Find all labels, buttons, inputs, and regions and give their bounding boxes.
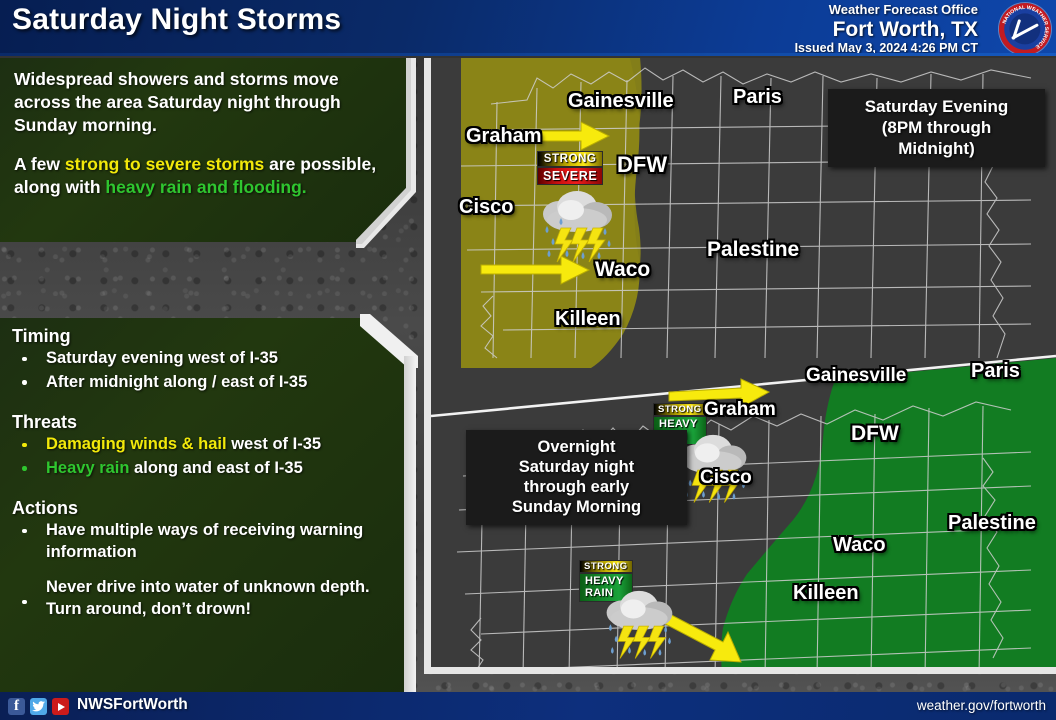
city-label-killeen: Killeen: [793, 582, 859, 604]
summary-panel: Widespread showers and storms move acros…: [0, 58, 406, 242]
threat-highlight: Damaging winds & hail: [46, 435, 227, 453]
caption-line-1: Saturday Evening: [864, 97, 1009, 116]
header-bar: Saturday Night Storms Weather Forecast O…: [0, 0, 1056, 56]
city-label-dfw: DFW: [617, 152, 668, 177]
summary-highlight-rain: heavy rain and flooding.: [105, 177, 307, 197]
summary-line-1: Widespread showers and storms move acros…: [14, 69, 341, 135]
city-label-waco: Waco: [833, 534, 886, 556]
city-label-graham: Graham: [704, 399, 776, 420]
threats-list: Damaging winds & hail west of I-35 Heavy…: [12, 434, 398, 479]
social-handle[interactable]: NWSFortWorth: [77, 696, 188, 714]
list-item: Have multiple ways of receiving warning …: [12, 520, 398, 563]
office-label: Weather Forecast Office: [828, 2, 978, 17]
thunderstorm-icon-bottom-2: [606, 590, 673, 659]
caption-line-3: Midnight): [898, 139, 975, 158]
badge-strong-label: STRONG: [537, 151, 604, 167]
city-label-killeen: Killeen: [555, 308, 621, 330]
actions-heading: Actions: [12, 498, 79, 518]
city-label-cisco: Cisco: [700, 467, 752, 488]
city-label-paris: Paris: [971, 360, 1020, 382]
city-label-waco: Waco: [595, 258, 651, 281]
bullet-dot-icon: [22, 599, 27, 604]
city-label-palestine: Palestine: [948, 512, 1036, 534]
nws-logo-icon: NATIONAL WEATHER SERVICE: [999, 3, 1051, 55]
badge-strong-label: STRONG: [653, 403, 707, 416]
footer-bar: f NWSFortWorth weather.gov/fortworth: [0, 692, 1056, 720]
actions-list: Have multiple ways of receiving warning …: [12, 520, 398, 620]
threats-heading: Threats: [12, 412, 78, 432]
summary-highlight-severe: strong to severe storms: [64, 154, 265, 174]
timing-item-text: After midnight along / east of I-35: [46, 372, 308, 391]
youtube-icon[interactable]: [52, 698, 69, 715]
office-info: Weather Forecast Office Fort Worth, TX I…: [795, 2, 978, 56]
summary-text: Widespread showers and storms move acros…: [0, 58, 406, 199]
list-item: Never drive into water of unknown depth.…: [12, 577, 398, 620]
city-label-paris: Paris: [733, 86, 782, 108]
bullet-dot-icon: [22, 466, 27, 471]
threat-rest: west of I-35: [226, 435, 322, 453]
city-label-graham: Graham: [466, 125, 542, 147]
threat-rest: along and east of I-35: [129, 458, 303, 477]
heavy-rain-line-1: HEAVY: [659, 418, 698, 430]
timing-list: Saturday evening west of I-35 After midn…: [12, 348, 398, 393]
city-label-cisco: Cisco: [459, 196, 514, 218]
list-item: Saturday evening west of I-35: [12, 348, 398, 370]
threat-highlight: Heavy rain: [46, 458, 130, 477]
list-item: Damaging winds & hail west of I-35: [12, 434, 398, 456]
bullet-dot-icon: [22, 356, 27, 361]
bullet-dot-icon: [22, 442, 27, 447]
city-label-dfw: DFW: [851, 422, 899, 445]
caption-overnight: Overnight Saturday night through early S…: [466, 430, 687, 525]
summary-line-2-prefix: A few: [14, 154, 65, 174]
footer-url[interactable]: weather.gov/fortworth: [917, 698, 1046, 713]
facebook-icon[interactable]: f: [8, 698, 25, 715]
page-title: Saturday Night Storms: [12, 3, 342, 36]
storm-badge-top: STRONG SEVERE: [537, 151, 604, 185]
twitter-icon[interactable]: [30, 698, 47, 715]
heavy-rain-line-1: HEAVY: [585, 575, 624, 587]
details-body: Timing Saturday evening west of I-35 Aft…: [0, 318, 410, 620]
city-label-palestine: Palestine: [707, 238, 800, 261]
caption-line-2: (8PM through: [881, 118, 992, 137]
timing-item-text: Saturday evening west of I-35: [46, 349, 278, 367]
caption-line-3: through early: [523, 478, 630, 496]
badge-strong-label: STRONG: [579, 560, 633, 573]
city-label-gainesville: Gainesville: [806, 365, 907, 386]
caption-saturday-evening: Saturday Evening (8PM through Midnight): [828, 89, 1045, 167]
list-item: Heavy rain along and east of I-35: [12, 458, 398, 480]
caption-line-2: Saturday night: [518, 458, 635, 476]
bullet-dot-icon: [22, 528, 27, 533]
issued-timestamp: Issued May 3, 2024 4:26 PM CT: [794, 41, 978, 55]
action-item-text: Have multiple ways of receiving warning …: [46, 521, 364, 561]
badge-severe-label: SEVERE: [537, 167, 604, 185]
details-panel-right-edge: [404, 356, 416, 692]
weather-graphic: Saturday Night Storms Weather Forecast O…: [0, 0, 1056, 720]
caption-line-4: Sunday Morning: [511, 498, 642, 516]
details-panel: Timing Saturday evening west of I-35 Aft…: [0, 318, 410, 692]
timing-heading: Timing: [12, 326, 71, 346]
list-item: After midnight along / east of I-35: [12, 372, 398, 394]
caption-line-1: Overnight: [537, 438, 616, 456]
city-label-gainesville: Gainesville: [568, 90, 674, 112]
bullet-dot-icon: [22, 380, 27, 385]
office-name: Fort Worth, TX: [832, 18, 978, 41]
action-item-text: Never drive into water of unknown depth.…: [46, 578, 370, 618]
